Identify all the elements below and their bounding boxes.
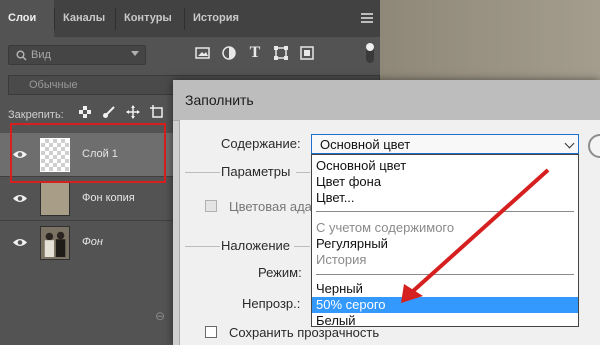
dropdown-option-black[interactable]: Черный [312,281,578,297]
layer-name: Фон [82,236,103,248]
lock-label: Закрепить: [8,109,64,121]
adjustment-filter-icon[interactable] [220,44,238,62]
group-border [185,246,220,247]
mode-label: Режим: [258,265,302,280]
content-select-value: Основной цвет [320,137,411,152]
filter-toggle-switch[interactable] [366,43,374,63]
chevron-down-icon [564,138,575,149]
group-border [294,246,310,247]
dropdown-option-pattern[interactable]: Регулярный [312,236,578,252]
group-border [185,172,220,173]
panel-menu-icon[interactable] [361,13,373,23]
dropdown-option-50-gray[interactable]: 50% серого [312,297,578,313]
tab-layers[interactable]: Слои [0,0,54,37]
panel-tab-bar: Слои Каналы Контуры История [0,0,380,37]
annotation-highlight-box [10,123,166,183]
eye-icon[interactable] [12,193,28,204]
artboard-icon[interactable] [150,105,164,119]
lock-transparent-pixels-icon[interactable] [78,105,92,119]
blend-mode-label: Обычные [29,79,78,91]
divider [316,211,574,212]
content-label: Содержание: [221,136,301,151]
dropdown-option-color-picker[interactable]: Цвет... [312,190,578,206]
layer-thumbnail [40,182,70,216]
content-dropdown-list: Основной цвет Цвет фона Цвет... С учетом… [311,154,579,329]
image-filter-icon[interactable] [194,44,212,62]
blending-group-label: Наложение [221,238,291,253]
layer-name: Фон копия [82,192,135,204]
dialog-title: Заполнить [185,92,254,108]
search-icon [16,50,27,61]
layer-filter-select[interactable]: Вид [8,45,146,65]
group-border [296,172,310,173]
preserve-transparency-checkbox[interactable] [205,326,217,338]
dropdown-option-history: История [316,252,367,267]
dropdown-option-foreground-color[interactable]: Основной цвет [312,158,578,174]
params-group-label: Параметры [221,164,291,179]
content-select[interactable]: Основной цвет [311,134,579,154]
photo-thumbnail [40,226,70,260]
tab-paths[interactable]: Контуры [116,0,184,37]
opacity-label: Непрозр.: [242,296,301,311]
tab-history[interactable]: История [185,0,251,37]
dropdown-option-background-color[interactable]: Цвет фона [312,174,578,190]
move-icon[interactable] [126,105,140,119]
filter-label: Вид [31,49,51,61]
dropdown-option-content-aware: С учетом содержимого [316,220,455,235]
dropdown-option-white[interactable]: Белый [312,313,578,329]
text-filter-icon[interactable]: T [246,44,264,62]
dialog-title-bar[interactable]: Заполнить [173,80,600,121]
eye-icon[interactable] [12,237,28,248]
smart-object-filter-icon[interactable] [298,44,316,62]
link-icon[interactable]: ⊖ [155,309,165,323]
divider [316,274,574,275]
shape-filter-icon[interactable] [272,44,290,62]
tab-channels[interactable]: Каналы [55,0,115,37]
brush-icon[interactable] [102,105,116,119]
color-adaptation-label: Цветовая ада [229,199,312,214]
color-adaptation-checkbox[interactable] [205,200,217,212]
chevron-down-icon [131,51,139,56]
